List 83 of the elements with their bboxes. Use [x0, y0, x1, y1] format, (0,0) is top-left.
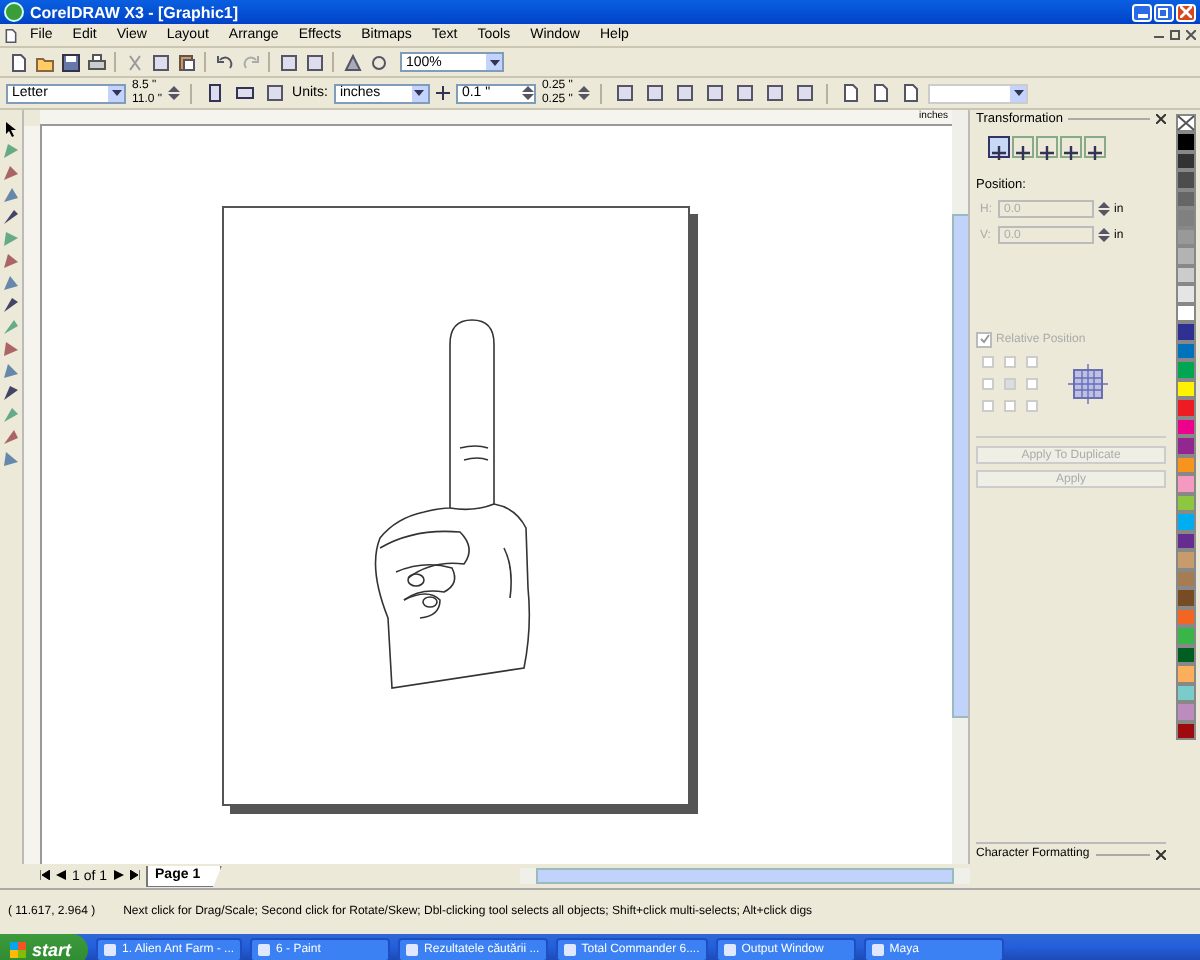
- caret-icon[interactable]: [489, 59, 499, 65]
- color-swatch[interactable]: [1176, 474, 1196, 493]
- close-icon[interactable]: [1186, 30, 1196, 40]
- paste-button[interactable]: [174, 50, 198, 74]
- treat-as-filled-button[interactable]: [732, 81, 757, 105]
- draw-bounding-box-button[interactable]: [762, 81, 787, 105]
- publish-button[interactable]: [340, 50, 364, 74]
- landscape-button[interactable]: [232, 81, 257, 105]
- caret-icon[interactable]: [414, 90, 425, 96]
- caret-icon[interactable]: [1013, 90, 1024, 96]
- minimize-icon[interactable]: [1154, 30, 1164, 40]
- export-button[interactable]: [302, 50, 326, 74]
- page-layout-button[interactable]: [262, 81, 287, 105]
- anchor-checkbox[interactable]: [1026, 400, 1038, 412]
- restore-icon[interactable]: [1170, 30, 1180, 40]
- undo-button[interactable]: [212, 50, 236, 74]
- close-icon[interactable]: [1156, 114, 1166, 124]
- last-page-button[interactable]: [129, 869, 140, 883]
- color-swatch[interactable]: [1176, 360, 1196, 379]
- color-swatch[interactable]: [1176, 170, 1196, 189]
- previous-page-button[interactable]: [56, 869, 66, 883]
- application-launcher-button[interactable]: [366, 50, 390, 74]
- close-button[interactable]: [1176, 3, 1196, 21]
- restore-button[interactable]: [1154, 3, 1174, 21]
- window-title: CorelDRAW X3 - [Graphic1]: [30, 3, 239, 21]
- color-swatch[interactable]: [1176, 512, 1196, 531]
- anchor-checkbox[interactable]: [1004, 378, 1016, 390]
- color-swatch[interactable]: [1176, 208, 1196, 227]
- document-icon: [4, 27, 18, 43]
- snap-grid-button[interactable]: [612, 81, 637, 105]
- app-icon: [4, 2, 24, 22]
- print-button[interactable]: [84, 50, 108, 74]
- options-button[interactable]: [792, 81, 817, 105]
- color-swatch[interactable]: [1176, 702, 1196, 721]
- color-swatch[interactable]: [1176, 322, 1196, 341]
- anchor-checkbox[interactable]: [1026, 378, 1038, 390]
- page-button[interactable]: [898, 81, 923, 105]
- transform-tab[interactable]: [1060, 136, 1082, 158]
- save-button[interactable]: [58, 50, 82, 74]
- spinner-icon[interactable]: [578, 86, 591, 100]
- vertical-scrollbar[interactable]: [952, 110, 968, 864]
- anchor-checkbox[interactable]: [982, 400, 994, 412]
- minimize-button[interactable]: [1132, 3, 1152, 21]
- close-icon[interactable]: [1156, 849, 1166, 859]
- anchor-preview-icon: [1066, 362, 1110, 406]
- page-button[interactable]: [868, 81, 893, 105]
- anchor-checkbox[interactable]: [1026, 356, 1038, 368]
- color-swatch[interactable]: [1176, 246, 1196, 265]
- color-swatch[interactable]: [1176, 588, 1196, 607]
- anchor-checkbox[interactable]: [1004, 400, 1016, 412]
- transform-tab[interactable]: [988, 136, 1010, 158]
- spinner-icon[interactable]: [1098, 202, 1110, 216]
- caret-icon[interactable]: [111, 90, 121, 96]
- snap-objects-button[interactable]: [672, 81, 697, 105]
- color-swatch[interactable]: [1176, 132, 1196, 151]
- spinner-icon[interactable]: [168, 86, 181, 100]
- copy-button[interactable]: [148, 50, 172, 74]
- import-button[interactable]: [276, 50, 300, 74]
- color-swatch[interactable]: [1176, 626, 1196, 645]
- transform-tab[interactable]: [1084, 136, 1106, 158]
- no-color-icon[interactable]: [1176, 114, 1196, 132]
- new-button[interactable]: [6, 50, 30, 74]
- anchor-checkbox[interactable]: [1004, 356, 1016, 368]
- start-button[interactable]: start: [0, 934, 88, 960]
- color-swatch[interactable]: [1176, 284, 1196, 303]
- color-swatch[interactable]: [1176, 664, 1196, 683]
- relative-position-checkbox[interactable]: [976, 332, 992, 348]
- nudge-icon: [435, 86, 450, 100]
- transform-tab[interactable]: [1036, 136, 1058, 158]
- color-swatch[interactable]: [1176, 550, 1196, 569]
- transform-tab[interactable]: [1012, 136, 1034, 158]
- spinner-icon[interactable]: [1098, 228, 1110, 242]
- page-button[interactable]: [838, 81, 863, 105]
- dynamic-guides-button[interactable]: [702, 81, 727, 105]
- first-page-button[interactable]: [40, 869, 50, 883]
- next-page-button[interactable]: [113, 869, 124, 883]
- horizontal-scrollbar[interactable]: [520, 868, 970, 884]
- color-swatch[interactable]: [1176, 398, 1196, 417]
- spinner-icon[interactable]: [521, 86, 534, 100]
- snap-guidelines-button[interactable]: [642, 81, 667, 105]
- color-swatch[interactable]: [1176, 436, 1196, 455]
- anchor-checkbox[interactable]: [982, 356, 994, 368]
- anchor-checkbox[interactable]: [982, 378, 994, 390]
